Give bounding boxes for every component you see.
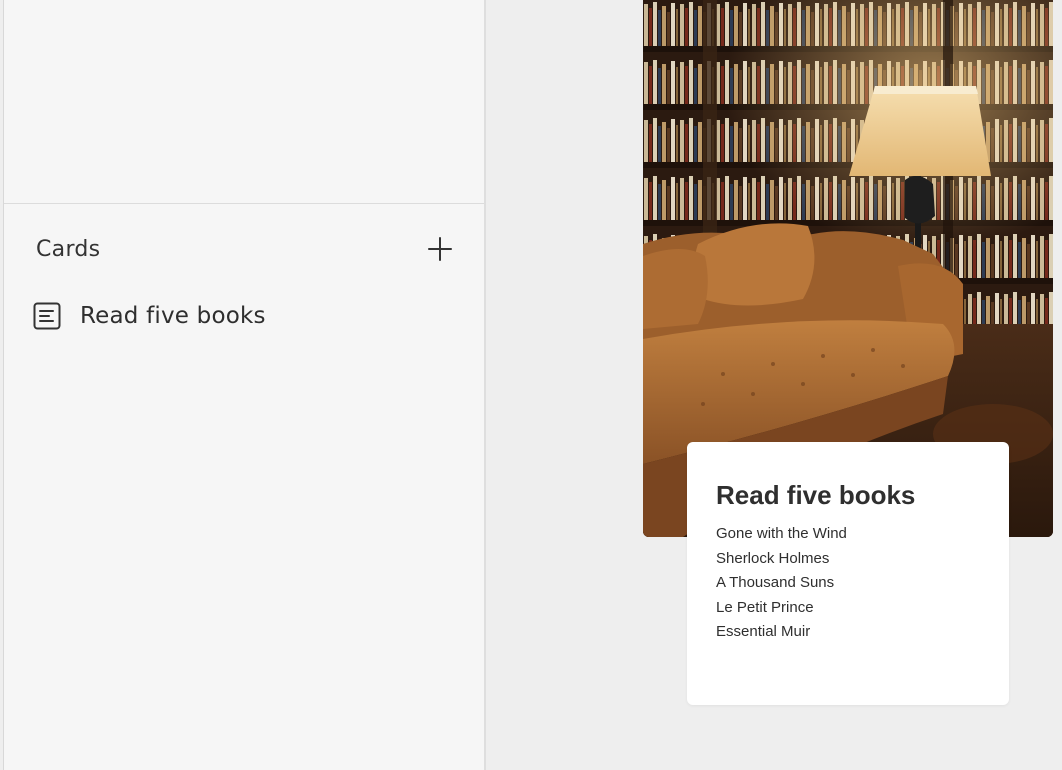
document-icon [32, 301, 62, 331]
cards-section-title: Cards [36, 237, 101, 262]
app-window: Cards Read five books Read five books Go… [0, 0, 1062, 770]
plus-icon [428, 237, 452, 261]
card-book-item: A Thousand Suns [716, 574, 835, 592]
board-canvas: Read five books Gone with the Wind Sherl… [486, 0, 1062, 770]
card-book-item: Le Petit Prince [716, 598, 814, 616]
card-title: Read five books [716, 480, 916, 510]
sidebar: Cards Read five books [3, 0, 486, 770]
cards-section-header: Cards [4, 204, 484, 296]
card-list-item[interactable]: Read five books [32, 293, 472, 339]
sidebar-top-panel [4, 0, 484, 204]
card-book-list: Gone with the Wind Sherlock Holmes A Tho… [716, 522, 847, 645]
card-list-item-label: Read five books [80, 303, 266, 329]
add-card-button[interactable] [425, 234, 455, 264]
card-book-item: Essential Muir [716, 623, 811, 641]
card-book-item: Gone with the Wind [716, 525, 847, 542]
card-book-item: Sherlock Holmes [716, 549, 830, 567]
reading-card[interactable]: Read five books Gone with the Wind Sherl… [687, 442, 1009, 705]
